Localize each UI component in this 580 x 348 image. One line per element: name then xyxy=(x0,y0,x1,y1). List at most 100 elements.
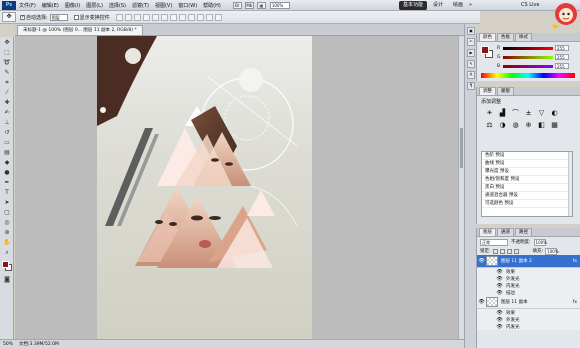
fill-field[interactable]: 100% xyxy=(545,247,559,255)
eye-icon[interactable]: 👁 xyxy=(477,299,486,305)
pen-tool-icon[interactable]: ✒ xyxy=(2,178,12,187)
color-panel-swatches[interactable] xyxy=(481,46,493,58)
workspace-painting-tab[interactable]: 绘画 xyxy=(449,1,467,10)
hue-saturation-icon[interactable]: ◐ xyxy=(550,109,559,118)
red-slider[interactable] xyxy=(503,46,553,50)
crop-tool-icon[interactable]: ⌗ xyxy=(2,78,12,87)
type-tool-icon[interactable]: T xyxy=(2,188,12,197)
workspace-design-tab[interactable]: 设计 xyxy=(429,1,447,10)
presets-scrollbar[interactable] xyxy=(568,152,572,216)
zoom-tool-icon[interactable]: ⌕ xyxy=(2,248,12,257)
menu-file[interactable]: 文件(F) xyxy=(19,2,36,9)
preset-levels[interactable]: 色阶 预设 xyxy=(482,152,572,160)
align-hcenter-icon[interactable] xyxy=(151,13,159,21)
distribute-left-icon[interactable] xyxy=(196,13,204,21)
preset-selective-color[interactable]: 可选颜色 预设 xyxy=(482,200,572,208)
preset-hue-saturation[interactable]: 色相/饱和度 预设 xyxy=(482,176,572,184)
workspace-essentials-tab[interactable]: 基本功能 xyxy=(399,1,428,10)
blend-mode-select[interactable]: 正常 xyxy=(480,238,508,246)
menu-layer[interactable]: 图层(L) xyxy=(86,2,103,9)
invert-icon[interactable]: ◧ xyxy=(537,121,546,130)
posterize-icon[interactable]: ▦ xyxy=(550,121,559,130)
exposure-icon[interactable]: ± xyxy=(524,109,533,118)
fx-icon[interactable]: fx xyxy=(573,300,577,305)
auto-select-checkbox[interactable] xyxy=(20,14,25,20)
marquee-tool-icon[interactable]: ⬚ xyxy=(2,48,12,57)
quick-mask-icon[interactable]: ◙ xyxy=(2,275,12,284)
lock-transparency-icon[interactable] xyxy=(492,248,498,254)
menu-help[interactable]: 帮助(H) xyxy=(203,2,221,9)
green-slider[interactable] xyxy=(503,55,553,59)
color-swatches[interactable] xyxy=(1,260,13,272)
brush-presets-icon[interactable]: ✎ xyxy=(467,60,475,68)
history-brush-tool-icon[interactable]: ↺ xyxy=(2,128,12,137)
align-top-icon[interactable] xyxy=(115,13,123,21)
channel-mixer-icon[interactable]: ⊕ xyxy=(524,121,533,130)
clone-stamp-tool-icon[interactable]: ⊥ xyxy=(2,118,12,127)
actions-icon[interactable]: ▶ xyxy=(467,49,475,57)
preset-channel-mixer[interactable]: 通道混合器 预设 xyxy=(482,192,572,200)
levels-icon[interactable]: ▟ xyxy=(498,109,507,118)
show-transform-checkbox[interactable] xyxy=(73,14,79,20)
eye-icon[interactable]: 👁 xyxy=(495,283,504,289)
menu-window[interactable]: 窗口(W) xyxy=(178,2,197,9)
distribute-hcenter-icon[interactable] xyxy=(205,13,213,21)
eye-icon[interactable]: 👁 xyxy=(495,276,504,282)
gradient-tool-icon[interactable]: ▤ xyxy=(2,148,12,157)
eye-icon[interactable]: 👁 xyxy=(477,258,486,264)
menu-view[interactable]: 视图(V) xyxy=(155,2,172,9)
blur-tool-icon[interactable]: ◆ xyxy=(2,158,12,167)
zoom-level-select[interactable]: 100% xyxy=(269,1,290,9)
eye-icon[interactable]: 👁 xyxy=(495,310,504,316)
eraser-tool-icon[interactable]: ▭ xyxy=(2,138,12,147)
curves-icon[interactable]: ⌒ xyxy=(511,109,520,118)
character-icon[interactable]: A xyxy=(467,71,475,79)
lock-all-icon[interactable] xyxy=(513,248,519,254)
photo-filter-icon[interactable]: ◍ xyxy=(511,121,520,130)
distribute-top-icon[interactable] xyxy=(169,13,177,21)
effect-row[interactable]: 👁 内发光 xyxy=(477,323,580,330)
lasso-tool-icon[interactable]: ➰ xyxy=(2,58,12,67)
shape-tool-icon[interactable]: ▢ xyxy=(2,208,12,217)
tab-styles[interactable]: 样式 xyxy=(515,33,532,41)
quick-select-tool-icon[interactable]: ✎ xyxy=(2,68,12,77)
document-canvas[interactable] xyxy=(97,36,312,348)
tab-color[interactable]: 颜色 xyxy=(479,33,496,41)
tab-layers[interactable]: 图层 xyxy=(479,228,496,236)
mini-bridge-icon[interactable]: ▣ xyxy=(467,27,475,35)
lock-position-icon[interactable] xyxy=(506,248,512,254)
minibridge-icon[interactable]: Mb xyxy=(244,1,254,9)
opacity-field[interactable]: 100% xyxy=(533,238,547,246)
preset-curves[interactable]: 曲线 预设 xyxy=(482,160,572,168)
red-value-field[interactable]: 255 xyxy=(555,45,569,51)
layer-row[interactable]: 👁 图层 11 副本 2 fx xyxy=(477,255,580,268)
distribute-vcenter-icon[interactable] xyxy=(178,13,186,21)
effect-row[interactable]: 👁 内发光 xyxy=(477,282,580,289)
hand-tool-icon[interactable]: ✋ xyxy=(2,238,12,247)
cs-live-button[interactable]: CS Live xyxy=(521,2,539,8)
document-tab-current[interactable]: 未标题-1 @ 100% (图层 0... 图层 11 副本 2, RGB/8)… xyxy=(17,25,143,35)
tab-swatches[interactable]: 色板 xyxy=(497,33,514,41)
align-right-icon[interactable] xyxy=(160,13,168,21)
blue-slider[interactable] xyxy=(503,64,553,68)
green-value-field[interactable]: 255 xyxy=(555,54,569,60)
dodge-tool-icon[interactable]: ● xyxy=(2,168,12,177)
distribute-bottom-icon[interactable] xyxy=(187,13,195,21)
path-select-tool-icon[interactable]: ➤ xyxy=(2,198,12,207)
auto-select-dropdown[interactable]: 图层 xyxy=(49,13,68,21)
preset-black-white[interactable]: 黑白 预设 xyxy=(482,184,572,192)
effect-row[interactable]: 👁 外发光 xyxy=(477,275,580,282)
tab-channels[interactable]: 通道 xyxy=(497,228,514,236)
eye-icon[interactable]: 👁 xyxy=(495,290,504,296)
menu-edit[interactable]: 编辑(E) xyxy=(42,2,59,9)
eye-icon[interactable]: 👁 xyxy=(495,324,504,330)
status-zoom[interactable]: 50% xyxy=(3,342,13,347)
effect-row[interactable]: 👁 描边 xyxy=(477,289,580,296)
bridge-icon[interactable]: Br xyxy=(232,1,242,9)
color-balance-icon[interactable]: ⚖ xyxy=(485,121,494,130)
align-vcenter-icon[interactable] xyxy=(124,13,132,21)
black-white-icon[interactable]: ◑ xyxy=(498,121,507,130)
eyedropper-tool-icon[interactable]: ⁄ xyxy=(2,88,12,97)
history-icon[interactable]: ↶ xyxy=(467,38,475,46)
menu-image[interactable]: 图像(I) xyxy=(65,2,80,9)
